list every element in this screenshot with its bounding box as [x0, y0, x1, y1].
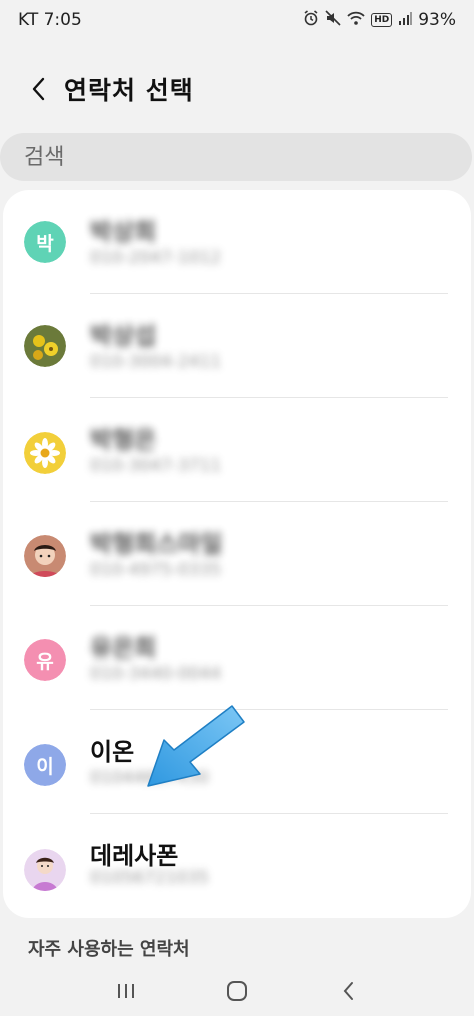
system-back-button[interactable] — [326, 969, 370, 1013]
contact-phone: 010-3440-0044 — [90, 664, 222, 684]
contact-name: 데레사폰 — [90, 842, 179, 870]
contact-phone: 010-4975-0335 — [90, 560, 222, 580]
status-icons: HD 93% — [303, 10, 456, 30]
avatar: 이 — [24, 744, 66, 786]
alarm-icon — [303, 10, 319, 30]
avatar-initial: 박 — [36, 232, 54, 255]
home-button[interactable] — [215, 969, 259, 1013]
recent-apps-button[interactable] — [104, 969, 148, 1013]
chevron-left-icon — [32, 77, 45, 101]
status-bar: KT 7:05 HD 93% — [0, 0, 474, 40]
page-title: 연락처 선택 — [64, 76, 194, 105]
signal-icon — [398, 11, 413, 29]
avatar-initial: 유 — [36, 650, 54, 673]
hd-badge: HD — [371, 13, 393, 27]
home-icon — [226, 980, 247, 1001]
contact-item[interactable]: 박형희스마일 010-4975-0335 — [3, 502, 471, 606]
pointer-arrow-icon — [147, 705, 245, 787]
mute-icon — [325, 10, 341, 30]
contact-item[interactable]: 데레사폰 01056721035 — [3, 814, 471, 918]
frequent-contacts-label: 자주 사용하는 연락처 — [28, 939, 190, 960]
contact-phone: 01056721035 — [90, 868, 209, 888]
contact-phone: 010-2047-1012 — [90, 248, 222, 268]
wifi-icon — [347, 10, 365, 30]
recent-apps-icon — [117, 983, 134, 998]
back-button[interactable] — [16, 67, 60, 111]
system-nav-bar — [0, 965, 474, 1016]
contact-item[interactable]: 박상섭 010-3004-2411 — [3, 294, 471, 398]
avatar-initial: 이 — [36, 755, 54, 778]
contact-phone: 010-3004-2411 — [90, 352, 222, 372]
search-bar[interactable] — [0, 133, 472, 181]
carrier-time: KT 7:05 — [18, 10, 82, 30]
contact-name: 이온 — [90, 738, 135, 766]
back-icon — [343, 981, 354, 1000]
avatar — [24, 535, 66, 577]
contact-item[interactable]: 박 박상희 010-2047-1012 — [3, 190, 471, 294]
contact-item[interactable]: 유 유은희 010-3440-0044 — [3, 606, 471, 710]
avatar: 유 — [24, 639, 66, 681]
battery-percent: 93% — [418, 10, 456, 30]
contact-phone: 010-3047-3711 — [90, 456, 222, 476]
contact-list: 박 박상희 010-2047-1012 박상섭 010-3004-2411 박형… — [3, 190, 471, 918]
contact-name: 유은희 — [90, 634, 157, 662]
avatar — [24, 432, 66, 474]
avatar: 박 — [24, 221, 66, 263]
contact-item[interactable]: 박형은 010-3047-3711 — [3, 398, 471, 502]
contact-name: 박형은 — [90, 426, 157, 454]
avatar — [24, 849, 66, 891]
avatar — [24, 325, 66, 367]
contact-name: 박형희스마일 — [90, 530, 223, 558]
app-header: 연락처 선택 — [0, 60, 474, 118]
contact-name: 박상섭 — [90, 322, 157, 350]
contact-name: 박상희 — [90, 218, 157, 246]
search-input[interactable] — [24, 144, 424, 170]
